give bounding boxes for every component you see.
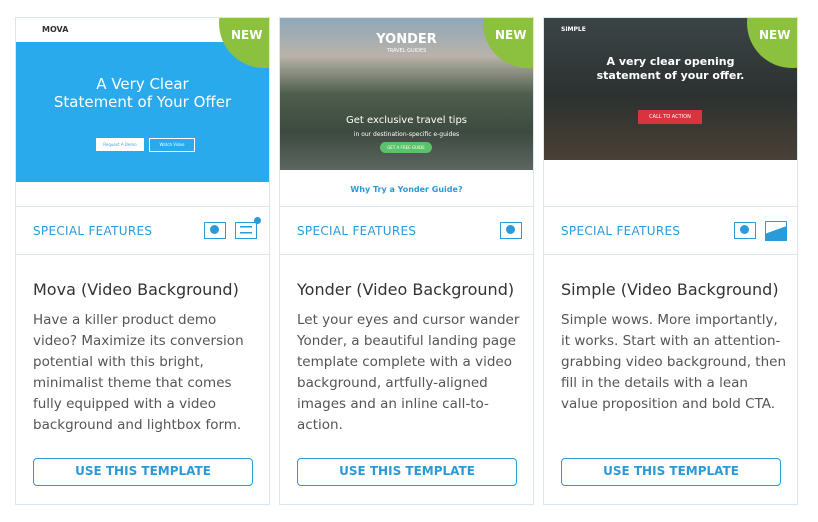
special-features-row: SPECIAL FEATURES — [544, 206, 797, 255]
image-icon[interactable] — [765, 221, 787, 241]
template-description: Let your eyes and cursor wander Yonder, … — [297, 312, 520, 433]
template-title: Yonder (Video Background) — [297, 280, 515, 299]
template-title: Mova (Video Background) — [33, 280, 239, 299]
preview-logo: MOVA — [42, 25, 69, 34]
use-template-button[interactable]: USE THIS TEMPLATE — [561, 458, 781, 486]
template-card-yonder: YONDER TRAVEL GUIDES Get exclusive trave… — [279, 17, 534, 505]
template-title: Simple (Video Background) — [561, 280, 779, 299]
list-form-icon[interactable] — [235, 217, 261, 239]
video-icon[interactable] — [500, 222, 522, 239]
template-card-simple: SIMPLE A very clear opening statement of… — [543, 17, 798, 505]
special-features-row: SPECIAL FEATURES — [16, 206, 269, 255]
template-description: Have a killer product demo video? Maximi… — [33, 312, 244, 433]
use-template-button[interactable]: USE THIS TEMPLATE — [297, 458, 517, 486]
template-preview[interactable]: SIMPLE A very clear opening statement of… — [544, 18, 797, 206]
template-preview[interactable]: YONDER TRAVEL GUIDES Get exclusive trave… — [280, 18, 533, 206]
template-preview[interactable]: MOVA A Very Clear Statement of Your Offe… — [16, 18, 269, 206]
template-description: Simple wows. More importantly, it works.… — [561, 312, 787, 412]
use-template-button[interactable]: USE THIS TEMPLATE — [33, 458, 253, 486]
video-icon[interactable] — [734, 222, 756, 239]
special-features-row: SPECIAL FEATURES — [280, 206, 533, 255]
video-icon[interactable] — [204, 222, 226, 239]
template-card-mova: MOVA A Very Clear Statement of Your Offe… — [15, 17, 270, 505]
